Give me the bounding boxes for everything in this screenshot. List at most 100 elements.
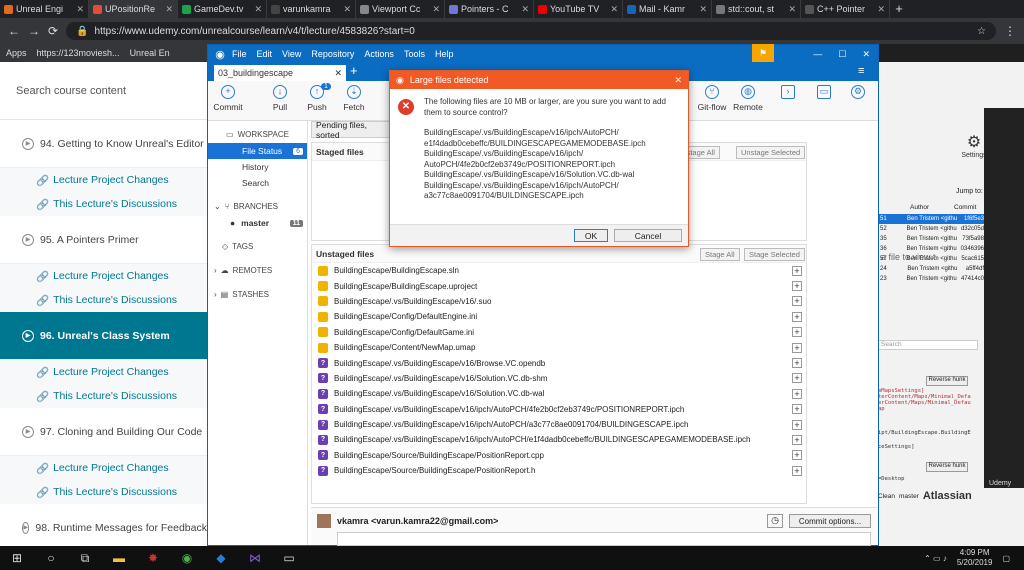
browser-tab[interactable]: GameDev.tv ✕	[178, 0, 267, 18]
chrome-icon[interactable]: ◉	[170, 546, 204, 570]
browser-tab[interactable]: varunkamra ✕	[267, 0, 356, 18]
stashes-header[interactable]: › ▤ STASHES	[208, 285, 307, 303]
file-row[interactable]: M BuildingEscape/BuildingEscape.sln +	[312, 263, 806, 278]
terminal-button[interactable]: ›	[768, 85, 808, 102]
menu-item[interactable]: File	[232, 49, 247, 59]
file-row[interactable]: M BuildingEscape/.vs/BuildingEscape/v16/.…	[312, 294, 806, 309]
course-search-input[interactable]: Search course content	[0, 62, 207, 120]
browser-tab[interactable]: YouTube TV ✕	[534, 0, 623, 18]
reverse-hunk-button-2[interactable]: Reverse hunk	[926, 462, 968, 472]
stage-file-icon[interactable]: +	[792, 311, 802, 322]
new-tab-icon[interactable]: +	[350, 63, 358, 78]
clock[interactable]: 4:09 PM 5/20/2019	[957, 548, 993, 568]
stage-selected-button[interactable]: Stage Selected	[744, 248, 805, 261]
file-row[interactable]: ? BuildingEscape/.vs/BuildingEscape/v16/i…	[312, 417, 806, 432]
tray-icons[interactable]: ⌃ ▭ ♪	[924, 554, 947, 563]
stage-file-icon[interactable]: +	[792, 434, 802, 445]
menu-item[interactable]: Tools	[404, 49, 425, 59]
lecture-resource-link[interactable]: 🔗 Lecture Project Changes	[0, 168, 207, 192]
file-row[interactable]: ? BuildingEscape/.vs/BuildingEscape/v16/i…	[312, 432, 806, 447]
stage-file-icon[interactable]: +	[792, 342, 802, 353]
commit-message-input[interactable]	[337, 532, 871, 546]
menu-item[interactable]: Edit	[257, 49, 273, 59]
browser-tab[interactable]: UPositionRe ✕	[89, 0, 178, 18]
file-row[interactable]: ? BuildingEscape/.vs/BuildingEscape/v16/S…	[312, 371, 806, 386]
stage-file-icon[interactable]: +	[792, 388, 802, 399]
commit-button[interactable]: + Commit	[208, 85, 248, 112]
extensions-icon[interactable]: ⋮	[1004, 24, 1016, 38]
minimize-icon[interactable]: —	[813, 49, 822, 60]
commit-options-dropdown[interactable]: Commit options...	[789, 514, 871, 528]
sidebar-item-file-status[interactable]: File Status 6	[208, 143, 307, 159]
lecture-item[interactable]: ▶ 98. Runtime Messages for Feedback	[0, 504, 207, 546]
stage-file-icon[interactable]: +	[792, 358, 802, 369]
file-row[interactable]: ? BuildingEscape/.vs/BuildingEscape/v16/i…	[312, 402, 806, 417]
file-row[interactable]: M BuildingEscape/Config/DefaultGame.ini +	[312, 325, 806, 340]
sidebar-item-master[interactable]: ● master 11	[208, 215, 307, 231]
new-tab-button[interactable]: +	[890, 0, 908, 18]
history-row[interactable]: 35 Ben Tristem <githu 73f5a98	[878, 234, 984, 244]
terminal-taskbar-icon[interactable]: ▭	[272, 546, 306, 570]
tab-close-icon[interactable]: ✕	[699, 4, 707, 15]
browser-tab[interactable]: C++ Pointer ✕	[801, 0, 890, 18]
branches-header[interactable]: ⌄ ⑂ BRANCHES	[208, 197, 307, 215]
sidebar-item-history[interactable]: History	[208, 159, 307, 175]
settings-toolbar-button[interactable]: ⚙	[838, 85, 878, 102]
cortana-icon[interactable]: ○	[34, 546, 68, 570]
cancel-button[interactable]: Cancel	[614, 229, 682, 242]
file-row[interactable]: M BuildingEscape/Content/NewMap.umap +	[312, 340, 806, 355]
browser-tab[interactable]: Pointers - C ✕	[445, 0, 534, 18]
close-icon[interactable]: ✕	[862, 49, 870, 60]
repo-tab[interactable]: 03_buildingescape ✕	[214, 65, 346, 81]
stage-file-icon[interactable]: +	[792, 404, 802, 415]
browser-tab[interactable]: Mail - Kamr ✕	[623, 0, 712, 18]
tab-close-icon[interactable]: ✕	[610, 4, 618, 15]
maximize-icon[interactable]: ☐	[838, 49, 846, 60]
tab-close-icon[interactable]: ✕	[76, 4, 84, 15]
pull-button[interactable]: ↓ Pull	[260, 85, 300, 112]
windows-start-icon[interactable]: ⊞	[0, 546, 34, 570]
back-icon[interactable]: ←	[8, 24, 20, 38]
history-row[interactable]: 51 Ben Tristem <githu 1f6f5e3	[878, 214, 984, 224]
lecture-resource-link[interactable]: 🔗 This Lecture's Discussions	[0, 384, 207, 408]
file-explorer-icon[interactable]: ▬	[102, 546, 136, 570]
file-row[interactable]: M BuildingEscape/Config/DefaultEngine.ini…	[312, 309, 806, 324]
dialog-close-icon[interactable]: ✕	[674, 75, 682, 86]
lecture-item[interactable]: ▶ 97. Cloning and Building Our Code	[0, 408, 207, 456]
lecture-resource-link[interactable]: 🔗 Lecture Project Changes	[0, 360, 207, 384]
file-row[interactable]: ? BuildingEscape/.vs/BuildingEscape/v16/B…	[312, 355, 806, 370]
game-icon[interactable]: ✸	[136, 546, 170, 570]
stage-file-icon[interactable]: +	[792, 450, 802, 461]
stage-all-button[interactable]: Stage All	[700, 248, 740, 261]
hamburger-icon[interactable]: ≡	[858, 65, 864, 77]
bookmark-item[interactable]: Unreal En	[130, 48, 170, 58]
menu-item[interactable]: Repository	[311, 49, 354, 59]
lecture-resource-link[interactable]: 🔗 This Lecture's Discussions	[0, 288, 207, 312]
history-row[interactable]: 24 Ben Tristem <githu a5ff4df	[878, 264, 984, 274]
history-clock-icon[interactable]: ◷	[767, 514, 783, 528]
stage-file-icon[interactable]: +	[792, 465, 802, 476]
tab-close-icon[interactable]: ✕	[254, 4, 262, 15]
menu-item[interactable]: Actions	[364, 49, 394, 59]
stage-file-icon[interactable]: +	[792, 281, 802, 292]
menu-item[interactable]: Help	[435, 49, 454, 59]
lecture-item[interactable]: ▶ 96. Unreal's Class System	[0, 312, 207, 360]
push-button[interactable]: ↑ Push 1	[297, 83, 337, 112]
star-icon[interactable]: ☆	[977, 26, 986, 37]
file-row[interactable]: M BuildingEscape/BuildingEscape.uproject +	[312, 278, 806, 293]
browser-tab[interactable]: Unreal Engi ✕	[0, 0, 89, 18]
tab-close-icon[interactable]: ✕	[788, 4, 796, 15]
browser-tab[interactable]: std::cout, st ✕	[712, 0, 801, 18]
file-row[interactable]: ? BuildingEscape/.vs/BuildingEscape/v16/S…	[312, 386, 806, 401]
stage-file-icon[interactable]: +	[792, 327, 802, 338]
lecture-resource-link[interactable]: 🔗 This Lecture's Discussions	[0, 192, 207, 216]
history-row[interactable]: 52 Ben Tristem <githu d32c05d	[878, 224, 984, 234]
browser-tab[interactable]: Viewport Cc ✕	[356, 0, 445, 18]
close-tab-icon[interactable]: ✕	[334, 68, 342, 79]
tab-close-icon[interactable]: ✕	[432, 4, 440, 15]
lecture-resource-link[interactable]: 🔗 Lecture Project Changes	[0, 456, 207, 480]
remote-button[interactable]: ◍ Remote	[728, 85, 768, 112]
sidebar-item-search[interactable]: Search	[208, 175, 307, 191]
right-search-input[interactable]: Search	[878, 340, 978, 350]
lecture-resource-link[interactable]: 🔗 This Lecture's Discussions	[0, 480, 207, 504]
